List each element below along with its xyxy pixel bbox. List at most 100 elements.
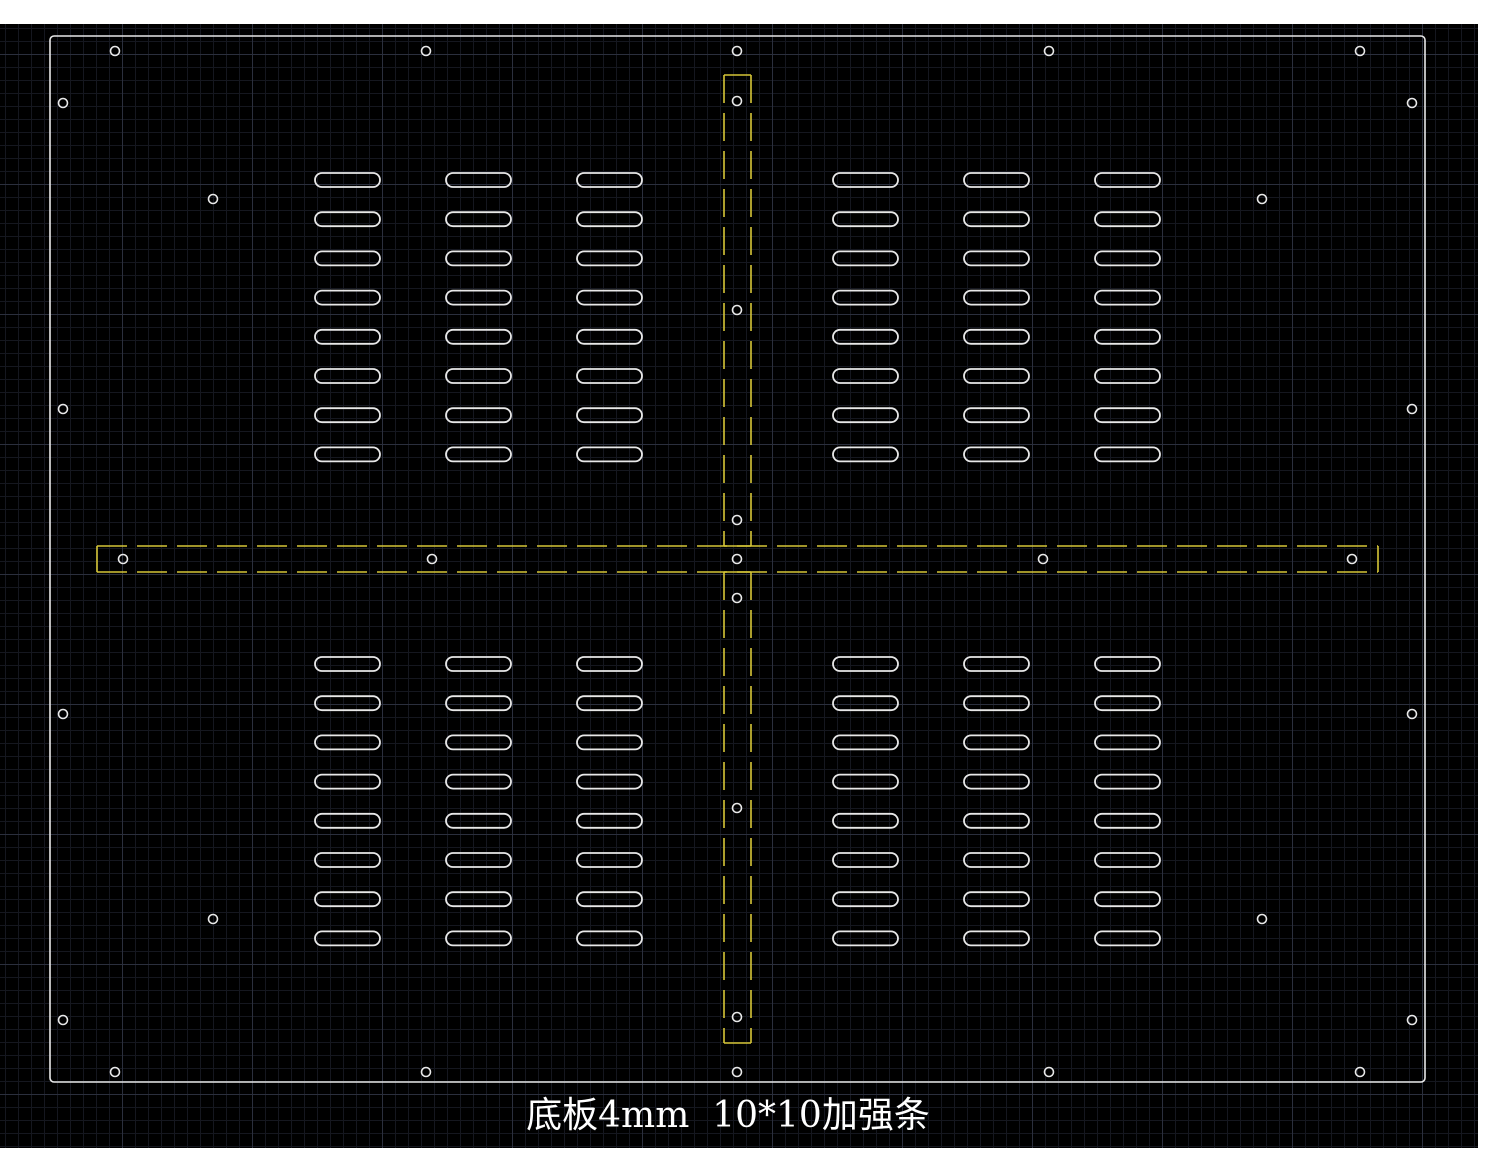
vent-slot — [1094, 328, 1161, 345]
base-plate-drawing — [49, 35, 1426, 1083]
screw-hole — [1037, 553, 1049, 565]
vent-slot — [963, 656, 1030, 672]
vent-slot — [963, 446, 1030, 463]
vent-slot — [832, 891, 899, 908]
screw-hole — [731, 304, 743, 316]
vent-slot — [963, 891, 1030, 908]
vent-slot — [445, 368, 512, 384]
screw-hole — [57, 708, 69, 720]
screw-hole — [731, 45, 743, 57]
vent-slot — [576, 211, 643, 228]
screw-hole — [207, 193, 219, 205]
vent-slot — [832, 289, 899, 306]
screw-hole — [731, 802, 743, 814]
vent-slot — [832, 250, 899, 267]
vent-slot — [963, 172, 1030, 188]
vent-slot — [445, 734, 512, 751]
base-plate-outline — [49, 35, 1426, 1083]
screw-hole — [1406, 97, 1418, 109]
vent-slot — [1094, 656, 1161, 672]
vent-slot — [576, 773, 643, 790]
vent-slot — [1094, 211, 1161, 228]
vent-slot — [445, 250, 512, 267]
mounting-holes — [57, 45, 1418, 1078]
vent-slot — [963, 695, 1030, 712]
vent-slot — [1094, 852, 1161, 868]
screw-hole — [731, 592, 743, 604]
screw-hole — [1043, 1066, 1055, 1078]
screw-hole — [1406, 1014, 1418, 1026]
vent-slot — [445, 656, 512, 672]
vent-slot — [576, 695, 643, 712]
vent-slot — [445, 891, 512, 908]
vent-slot — [314, 289, 381, 306]
vent-slot — [314, 773, 381, 790]
vent-slot — [576, 930, 643, 947]
vent-slot — [1094, 812, 1161, 829]
vent-slot — [314, 891, 381, 908]
stiffener-vertical-upper — [723, 74, 752, 547]
vent-slot — [576, 250, 643, 267]
screw-hole — [731, 95, 743, 107]
vent-slot — [832, 328, 899, 345]
vent-slot — [963, 407, 1030, 424]
vent-slot — [963, 250, 1030, 267]
vent-slot — [445, 172, 512, 188]
screw-hole — [426, 553, 438, 565]
vent-slot-array — [314, 172, 1161, 947]
vent-slot — [314, 407, 381, 424]
vent-slot — [963, 852, 1030, 868]
vent-slot — [445, 328, 512, 345]
vent-slot — [832, 407, 899, 424]
screw-hole — [57, 97, 69, 109]
vent-slot — [314, 368, 381, 384]
vent-slot — [963, 368, 1030, 384]
screw-hole — [731, 1066, 743, 1078]
vent-slot — [832, 656, 899, 672]
screw-hole — [57, 1014, 69, 1026]
vent-slot — [832, 852, 899, 868]
vent-slot — [1094, 407, 1161, 424]
vent-slot — [314, 172, 381, 188]
vent-slot — [445, 930, 512, 947]
vent-slot — [576, 812, 643, 829]
vent-slot — [445, 852, 512, 868]
vent-slot — [314, 446, 381, 463]
vent-slot — [445, 211, 512, 228]
vent-slot — [832, 773, 899, 790]
vent-slot — [1094, 250, 1161, 267]
vent-slot — [576, 172, 643, 188]
vent-slot — [1094, 734, 1161, 751]
screw-hole — [1406, 708, 1418, 720]
vent-slot — [576, 891, 643, 908]
screw-hole — [117, 553, 129, 565]
vent-slot — [963, 773, 1030, 790]
vent-slot — [832, 172, 899, 188]
vent-slot — [576, 328, 643, 345]
stiffener-horizontal — [96, 545, 1379, 573]
screw-hole — [109, 45, 121, 57]
vent-slot — [445, 695, 512, 712]
screw-hole — [57, 403, 69, 415]
vent-slot — [576, 289, 643, 306]
vent-slot — [314, 250, 381, 267]
vent-slot — [576, 446, 643, 463]
screw-hole — [1406, 403, 1418, 415]
vent-slot — [963, 734, 1030, 751]
vent-slot — [445, 812, 512, 829]
vent-slot — [1094, 172, 1161, 188]
screw-hole — [420, 45, 432, 57]
vent-slot — [963, 211, 1030, 228]
vent-slot — [576, 368, 643, 384]
screw-hole — [207, 913, 219, 925]
vent-slot — [445, 446, 512, 463]
screw-hole — [109, 1066, 121, 1078]
vent-slot — [963, 930, 1030, 947]
vent-slot — [1094, 368, 1161, 384]
vent-slot — [445, 407, 512, 424]
screw-hole — [1354, 1066, 1366, 1078]
screw-hole — [731, 553, 743, 565]
stiffener-vertical-lower — [723, 571, 752, 1044]
screw-hole — [731, 1011, 743, 1023]
vent-slot — [576, 852, 643, 868]
